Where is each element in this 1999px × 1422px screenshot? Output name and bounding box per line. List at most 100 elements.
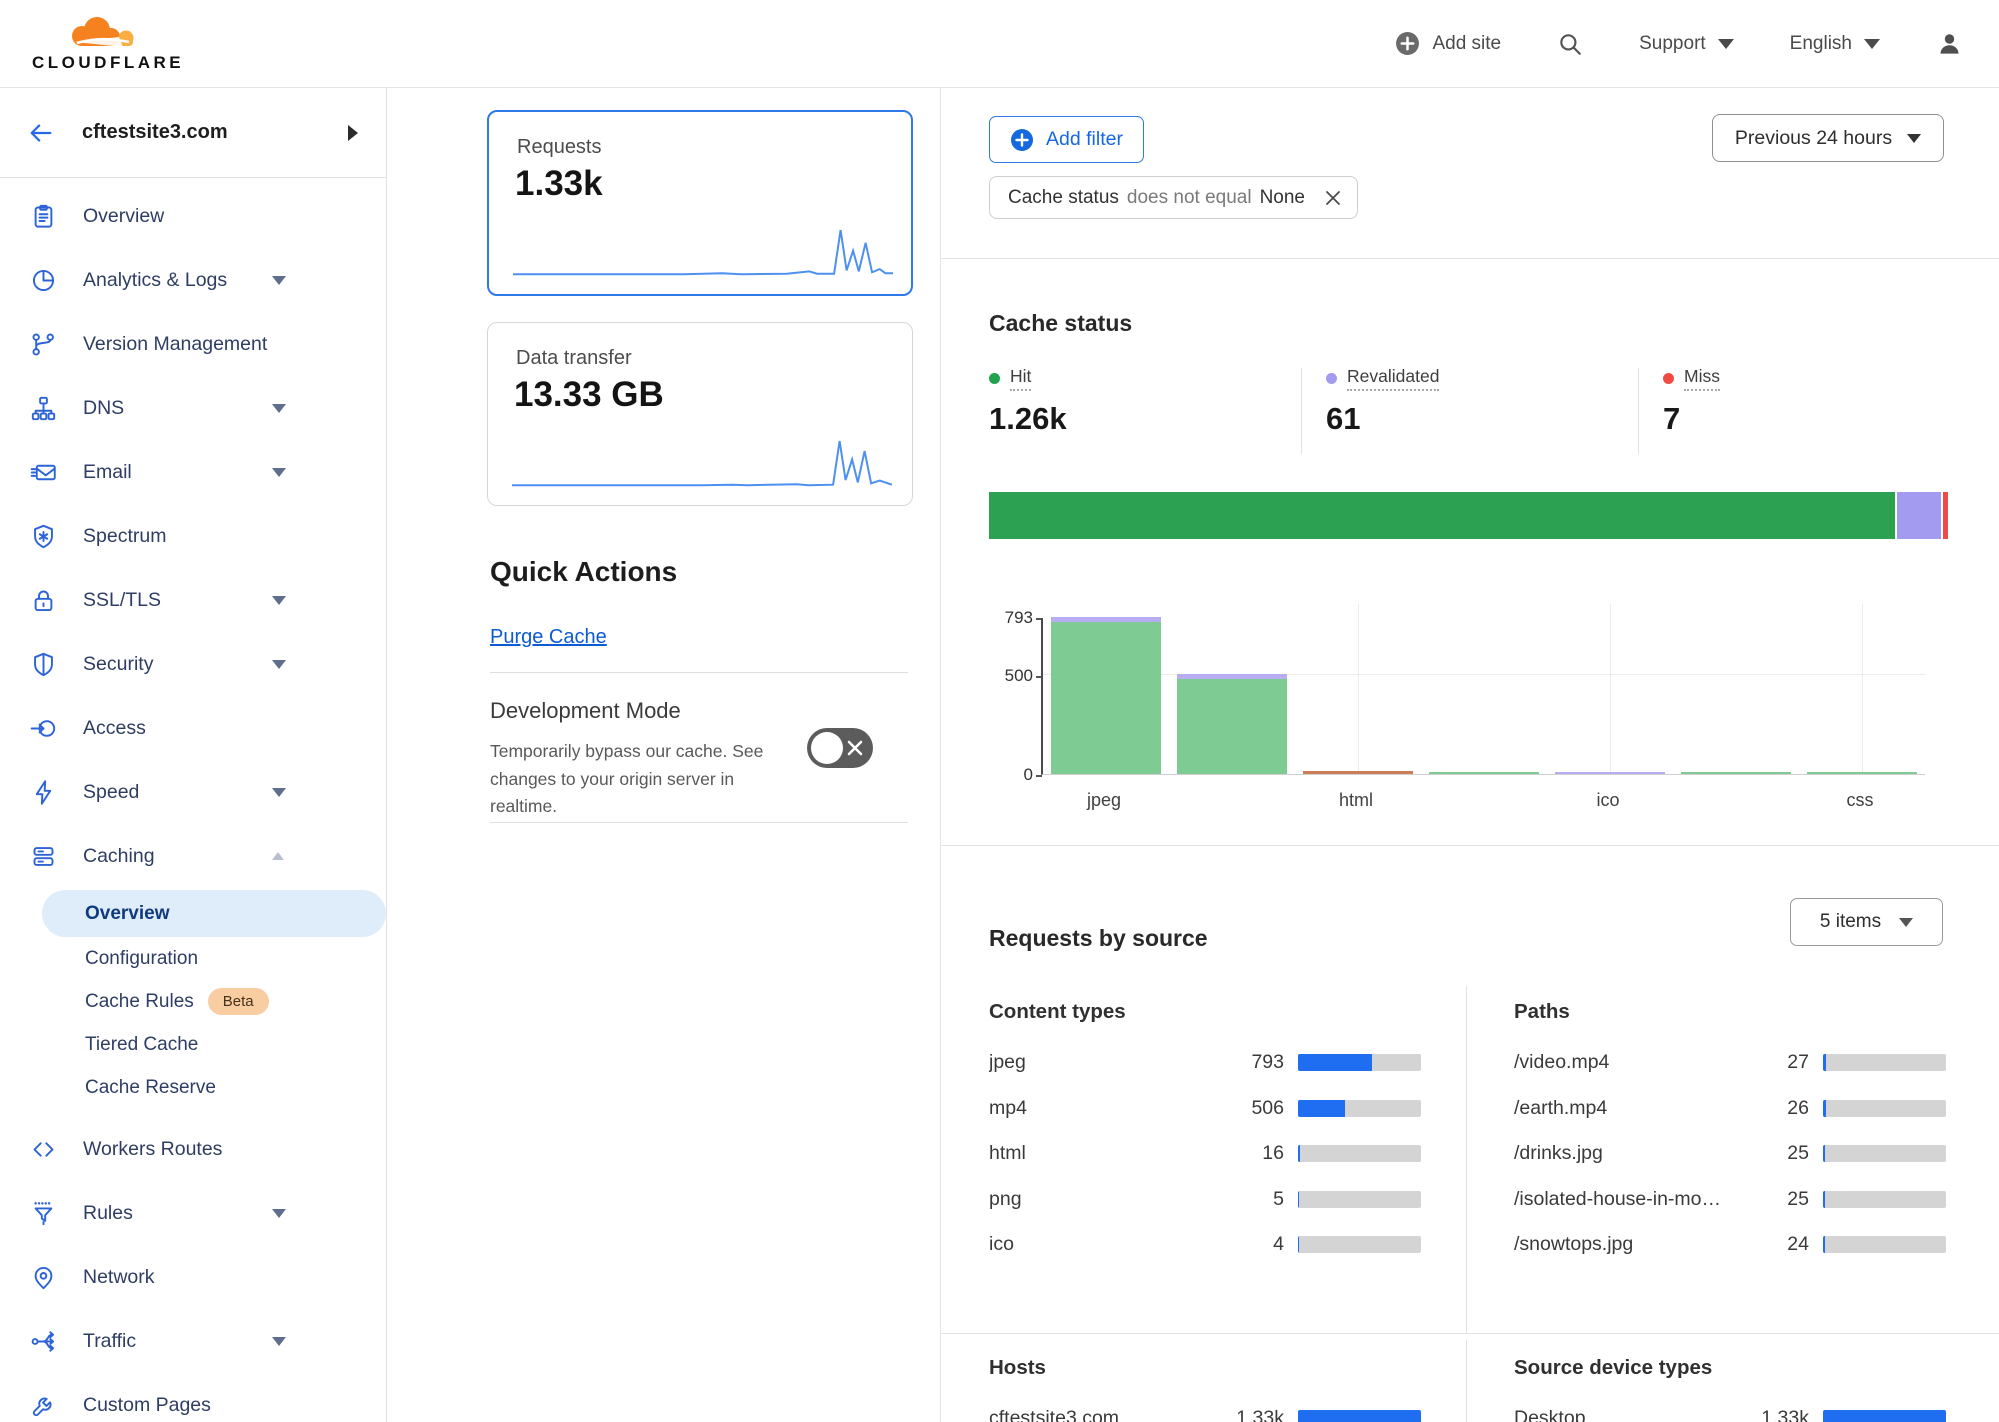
y-tick-label: 500 <box>989 666 1033 686</box>
sidebar-item-access[interactable]: Access <box>0 696 386 760</box>
sidebar-item-email[interactable]: Email <box>0 440 386 504</box>
chevron-down-icon <box>272 1209 286 1218</box>
cloudflare-cloud-icon <box>49 14 167 52</box>
sidebar-item-custom-pages[interactable]: Custom Pages <box>0 1373 386 1422</box>
sidebar-item-ssl-tls[interactable]: SSL/TLS <box>0 568 386 632</box>
wrench-icon <box>30 1392 57 1419</box>
sidebar-item-dns[interactable]: DNS <box>0 376 386 440</box>
cloudflare-dashboard: CLOUDFLARE Add site Support English <box>0 0 1999 1422</box>
sidebar-item-caching-configuration[interactable]: Configuration <box>0 937 386 980</box>
chevron-down-icon <box>272 468 286 477</box>
chevron-down-icon <box>1864 39 1880 49</box>
progress-bar <box>1298 1100 1421 1117</box>
sidebar-item-speed[interactable]: Speed <box>0 760 386 824</box>
sidebar-item-version-management[interactable]: Version Management <box>0 312 386 376</box>
sidebar-item-caching[interactable]: Caching <box>0 824 386 888</box>
bar-txt-hit <box>1681 772 1791 774</box>
chevron-down-icon <box>272 1337 286 1346</box>
ratio-segment-hit <box>989 492 1895 539</box>
paths-list: Paths /video.mp427/earth.mp426/drinks.jp… <box>1514 1000 1946 1268</box>
sidebar-item-network[interactable]: Network <box>0 1245 386 1309</box>
list-item: /earth.mp426 <box>1514 1086 1946 1132</box>
ratio-segment-miss <box>1943 492 1948 539</box>
sidebar-item-spectrum[interactable]: Spectrum <box>0 504 386 568</box>
sidebar-item-rules[interactable]: Rules <box>0 1181 386 1245</box>
divider <box>490 672 908 673</box>
chevron-down-icon <box>272 596 286 605</box>
item-value: 793 <box>1204 1051 1284 1074</box>
item-label: /earth.mp4 <box>1514 1097 1729 1120</box>
plot-area <box>1041 618 1925 775</box>
item-value: 16 <box>1204 1142 1284 1165</box>
chevron-down-icon <box>1907 134 1921 143</box>
list-item: ico4 <box>989 1222 1421 1268</box>
metric-label: Requests <box>517 136 911 159</box>
sidebar-item-caching-overview[interactable]: Overview <box>42 890 386 937</box>
cache-status-ratio-bar <box>989 492 1948 539</box>
sidebar-item-traffic[interactable]: Traffic <box>0 1309 386 1373</box>
search-button[interactable] <box>1557 31 1583 57</box>
item-value: 506 <box>1204 1097 1284 1120</box>
item-label: /snowtops.jpg <box>1514 1233 1729 1256</box>
sidebar-item-cache-reserve[interactable]: Cache Reserve <box>0 1066 386 1109</box>
toggle-x-icon <box>846 739 864 757</box>
content-types-list: Content types jpeg793mp4506html16png5ico… <box>989 1000 1421 1268</box>
y-tick-label: 0 <box>989 765 1033 785</box>
analytics-panel: Add filter Previous 24 hours Cache statu… <box>940 88 1999 1422</box>
item-label: Desktop <box>1514 1407 1729 1422</box>
items-count-dropdown[interactable]: 5 items <box>1790 898 1943 946</box>
y-axis: 7935000 <box>989 618 1033 775</box>
envelope-icon <box>30 459 57 486</box>
account-menu[interactable] <box>1936 30 1963 57</box>
stat-hit: Hit 1.26k <box>989 366 1067 437</box>
list-item: /drinks.jpg25 <box>1514 1131 1946 1177</box>
support-menu[interactable]: Support <box>1639 33 1734 55</box>
sidebar-item-security[interactable]: Security <box>0 632 386 696</box>
funnel-icon <box>30 1200 57 1227</box>
requests-sparkline <box>513 226 893 278</box>
x-tick-label: ico <box>1596 790 1619 811</box>
server-stack-icon <box>30 843 57 870</box>
filter-chip[interactable]: Cache status does not equal None <box>989 176 1358 219</box>
data-transfer-metric-card[interactable]: Data transfer 13.33 GB <box>487 322 913 506</box>
list-item: mp4506 <box>989 1086 1421 1132</box>
sidebar-item-workers-routes[interactable]: Workers Routes <box>0 1117 386 1181</box>
item-label: /drinks.jpg <box>1514 1142 1729 1165</box>
item-label: ico <box>989 1233 1204 1256</box>
sidebar-item-analytics-logs[interactable]: Analytics & Logs <box>0 248 386 312</box>
sidebar-item-overview[interactable]: Overview <box>0 184 386 248</box>
purge-cache-link[interactable]: Purge Cache <box>490 626 607 649</box>
requests-metric-card[interactable]: Requests 1.33k <box>487 110 913 296</box>
back-arrow-icon[interactable] <box>28 120 54 146</box>
development-mode-toggle[interactable] <box>807 728 873 768</box>
quick-actions-title: Quick Actions <box>490 556 677 588</box>
item-value: 1.33k <box>1204 1407 1284 1422</box>
source-device-types-list: Source device types Desktop1.33k <box>1514 1356 1946 1422</box>
chevron-right-icon[interactable] <box>348 125 358 141</box>
clipboard-icon <box>30 203 57 230</box>
progress-bar <box>1298 1191 1421 1208</box>
chevron-down-icon <box>1899 918 1913 927</box>
cache-status-title: Cache status <box>989 310 1132 337</box>
bar-mp4-revalidated <box>1177 674 1287 679</box>
add-site-button[interactable]: Add site <box>1395 31 1501 56</box>
language-menu[interactable]: English <box>1790 33 1880 55</box>
time-range-dropdown[interactable]: Previous 24 hours <box>1712 114 1944 162</box>
divider <box>1466 1340 1467 1422</box>
list-item: /video.mp427 <box>1514 1040 1946 1086</box>
sidebar-item-cache-rules[interactable]: Cache Rules Beta <box>0 980 386 1023</box>
close-icon[interactable] <box>1323 188 1343 208</box>
development-mode-description: Temporarily bypass our cache. See change… <box>490 738 780 821</box>
add-filter-button[interactable]: Add filter <box>989 116 1144 163</box>
search-icon <box>1557 31 1583 57</box>
lightning-icon <box>30 779 57 806</box>
logo-wordmark: CLOUDFLARE <box>32 53 184 73</box>
top-bar: CLOUDFLARE Add site Support English <box>0 0 1999 88</box>
cloudflare-logo[interactable]: CLOUDFLARE <box>32 14 184 73</box>
x-tick-label: css <box>1847 790 1874 811</box>
site-switcher[interactable]: cftestsite3.com <box>0 88 386 178</box>
list-item: /isolated-house-in-mo…25 <box>1514 1177 1946 1223</box>
divider <box>941 1333 1999 1334</box>
sidebar: cftestsite3.com Overview Analytics & Log… <box>0 88 387 1422</box>
sidebar-item-tiered-cache[interactable]: Tiered Cache <box>0 1023 386 1066</box>
